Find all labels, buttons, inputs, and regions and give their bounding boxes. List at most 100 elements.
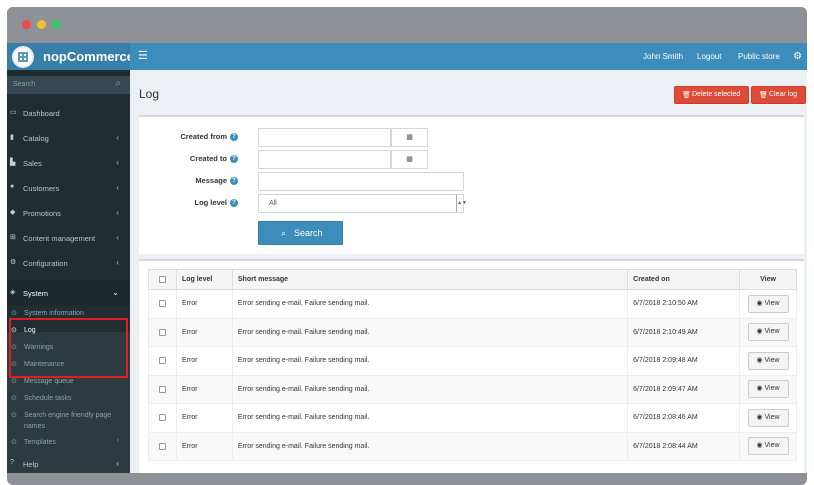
short-message-header[interactable]: Short message — [231, 269, 629, 290]
sidebar-item-label: Promotions — [23, 209, 61, 218]
created-on-header[interactable]: Created on — [627, 269, 740, 290]
help-icon[interactable]: ? — [230, 199, 238, 208]
eye-icon: ◉ — [756, 442, 765, 450]
row-checkbox[interactable] — [158, 357, 166, 365]
help-icon[interactable]: ? — [230, 133, 238, 142]
view-button[interactable]: ◉ View — [747, 294, 789, 313]
search-button[interactable]: ⌕ Search — [258, 221, 343, 245]
created-on-cell: 6/7/2018 2:10:50 AM — [627, 289, 740, 319]
created-to-label: Created to? — [190, 154, 238, 164]
created-from-input[interactable] — [258, 128, 391, 147]
sidebar-item-help[interactable]: ? Help ‹ — [7, 451, 130, 473]
gears-icon: ⚙ — [10, 259, 17, 266]
log-level-label: Log level? — [194, 198, 238, 208]
table-row: Error Error sending e-mail. Failure sendi… — [148, 403, 797, 433]
sidebar-subitem-label: System information — [24, 310, 84, 317]
log-level-value: All — [269, 200, 277, 207]
view-button[interactable]: ◉ View — [747, 380, 789, 399]
chevron-left-icon: ‹ — [116, 133, 119, 142]
created-to-input[interactable] — [258, 150, 391, 169]
delete-selected-button[interactable]: 🗑 Delete selected — [674, 86, 749, 104]
table-row: Error Error sending e-mail. Failure sendi… — [148, 289, 797, 319]
message-input[interactable] — [258, 172, 464, 191]
view-button-label: View — [764, 299, 780, 307]
sidebar-item-promotions[interactable]: ◆ Promotions ‹ — [7, 200, 130, 225]
short-message-cell: Error sending e-mail. Failure sending ma… — [231, 346, 629, 376]
log-level-cell: Error — [175, 403, 233, 433]
window-titlebar — [7, 7, 807, 43]
short-message-cell: Error sending e-mail. Failure sending ma… — [231, 403, 629, 433]
sidebar-item-customers[interactable]: ● Customers ‹ — [7, 175, 130, 200]
view-cell: ◉ View — [739, 431, 797, 461]
sidebar-item-content-management[interactable]: ⊞ Content management ‹ — [7, 225, 130, 250]
chevron-left-icon: ‹ — [116, 437, 119, 444]
chevron-left-icon: ‹ — [116, 233, 119, 242]
chevron-left-icon: ‹ — [116, 158, 119, 167]
clear-log-button[interactable]: 🗑 Clear log — [751, 86, 806, 104]
sidebar-search-input[interactable]: Search — [13, 81, 35, 88]
log-level-header[interactable]: Log level — [175, 269, 233, 290]
calendar-icon[interactable]: ▦ — [391, 150, 428, 169]
help-icon[interactable]: ? — [230, 177, 238, 186]
log-level-select[interactable]: All ▲▼ — [258, 194, 467, 213]
calendar-icon[interactable]: ▦ — [391, 128, 428, 147]
sidebar-search[interactable]: Search ⌕ — [7, 76, 130, 94]
log-table-body: Error Error sending e-mail. Failure sendi… — [148, 289, 797, 461]
eye-icon: ◉ — [756, 299, 765, 307]
row-select-cell — [148, 289, 177, 319]
view-button[interactable]: ◉ View — [747, 437, 789, 456]
sidebar-item-configuration[interactable]: ⚙ Configuration ‹ — [7, 250, 130, 275]
row-checkbox[interactable] — [158, 414, 166, 422]
view-cell: ◉ View — [739, 403, 797, 433]
sidebar-item-label: Configuration — [23, 259, 68, 268]
view-button[interactable]: ◉ View — [747, 351, 789, 370]
sidebar-subitem-label: Schedule tasks — [24, 395, 72, 402]
row-checkbox[interactable] — [158, 385, 166, 393]
search-icon[interactable]: ⌕ — [110, 78, 126, 92]
row-select-cell — [148, 374, 177, 404]
sidebar-item-sales[interactable]: ▙ Sales ‹ — [7, 150, 130, 175]
sidebar-subitem-schedule-tasks[interactable]: ⊙ Schedule tasks — [7, 390, 130, 407]
user-name-link[interactable]: John Smith — [643, 52, 683, 61]
sidebar-item-dashboard[interactable]: ▭ Dashboard — [7, 100, 130, 125]
maximize-window-button[interactable] — [52, 20, 61, 29]
sidebar-subitem-seo-names[interactable]: ⊙ Search engine friendly page names — [7, 407, 130, 431]
log-grid-panel: Log level Short message Created on View … — [139, 259, 804, 473]
circle-icon: ⊙ — [11, 310, 17, 317]
created-from-label-text: Created from — [180, 132, 227, 141]
gears-icon[interactable]: ⚙ — [793, 51, 802, 62]
select-all-header — [148, 269, 177, 290]
chevron-left-icon: ‹ — [116, 459, 119, 468]
logout-link[interactable]: Logout — [697, 52, 721, 61]
row-checkbox[interactable] — [158, 300, 166, 308]
menu-toggle-icon[interactable]: ☰ — [138, 51, 148, 62]
row-checkbox[interactable] — [158, 328, 166, 336]
circle-icon: ⊙ — [11, 395, 17, 402]
eye-icon: ◉ — [756, 328, 765, 336]
view-button[interactable]: ◉ View — [747, 323, 789, 342]
trash-icon: 🗑 — [759, 92, 768, 99]
tag-icon: ◆ — [10, 209, 16, 216]
message-label: Message? — [195, 176, 238, 186]
sidebar-subitem-templates[interactable]: ⊙ Templates ‹ — [7, 434, 130, 451]
log-table: Log level Short message Created on View … — [148, 269, 797, 461]
select-all-checkbox[interactable] — [158, 275, 166, 283]
minimize-window-button[interactable] — [37, 20, 46, 29]
public-store-link[interactable]: Public store — [738, 52, 780, 61]
trash-icon: 🗑 — [682, 92, 691, 99]
view-button[interactable]: ◉ View — [747, 408, 789, 427]
sidebar-item-label: Catalog — [23, 134, 49, 143]
sidebar-item-system[interactable]: ◈ System ⌄ — [7, 280, 130, 305]
filter-panel: Created from? ▦ Created to? ▦ Message? L… — [139, 115, 804, 254]
row-checkbox[interactable] — [158, 442, 166, 450]
created-from-label: Created from? — [180, 132, 238, 142]
sidebar-item-catalog[interactable]: ▮ Catalog ‹ — [7, 125, 130, 150]
sitemap-icon: ⊞ — [10, 234, 16, 241]
close-window-button[interactable] — [22, 20, 31, 29]
app: nopCommerce ☰ John Smith Logout Public s… — [7, 43, 807, 473]
short-message-cell: Error sending e-mail. Failure sending ma… — [231, 289, 629, 319]
view-header: View — [739, 269, 797, 290]
help-icon[interactable]: ? — [230, 155, 238, 164]
window-frame: nopCommerce ☰ John Smith Logout Public s… — [7, 7, 807, 485]
logo[interactable]: nopCommerce — [7, 43, 134, 70]
